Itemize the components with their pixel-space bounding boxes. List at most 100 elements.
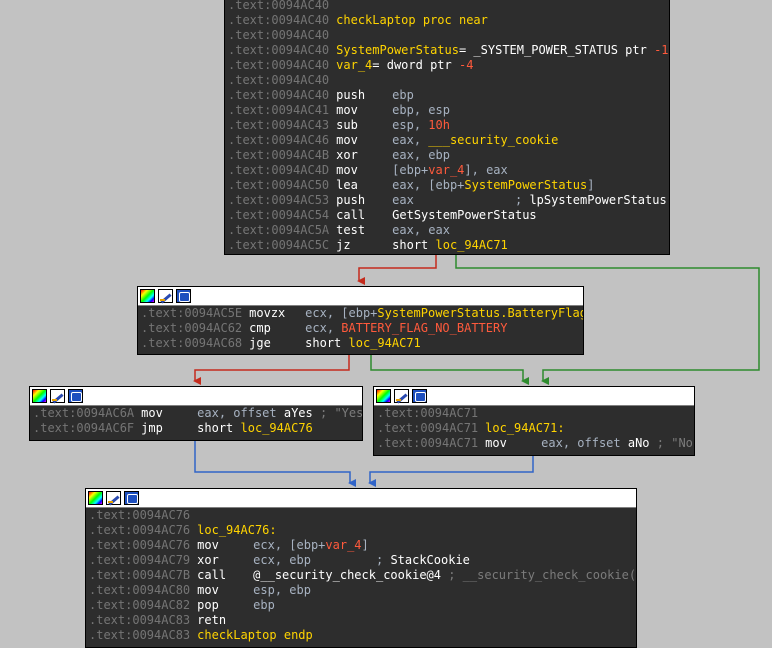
instruction-mnemonic: mov [336,163,358,177]
line-address: .text:0094AC5A [228,223,330,237]
operand-token[interactable]: loc_94AC76: [197,523,276,537]
disasm-line[interactable]: .text:0094AC5E movzx ecx, [ebp+SystemPower… [138,306,583,321]
operand-token: eax, eax [392,223,450,237]
graph-view-icon[interactable] [412,389,427,403]
operand-token[interactable]: ___security_cookie [428,133,558,147]
operand-token[interactable]: loc_94AC71: [485,421,564,435]
palette-icon[interactable] [32,389,47,403]
operand-token: aYes [283,406,313,420]
disasm-line[interactable]: .text:0094AC41 mov ebp, esp [225,103,669,118]
disasm-line[interactable]: .text:0094AC83 retn [86,613,636,628]
operand-token[interactable]: loc_94AC71 [436,238,508,252]
rename-pen-icon[interactable] [394,389,409,403]
disasm-line[interactable]: .text:0094AC40 push ebp [225,88,669,103]
operand-token: [ebp+ [392,163,429,177]
disasm-line[interactable]: .text:0094AC79 xor ecx, ebp ; StackCookie [86,553,636,568]
palette-icon[interactable] [88,491,103,505]
disasm-line[interactable]: .text:0094AC62 cmp ecx, BATTERY_FLAG_NO_BA… [138,321,583,336]
disasm-line[interactable]: .text:0094AC40 [225,28,669,43]
operand-token[interactable]: loc_94AC76 [241,421,313,435]
graph-view-icon[interactable] [124,491,139,505]
disasm-line[interactable]: .text:0094AC46 mov eax, ___security_cookie [225,133,669,148]
operand-token: BATTERY_FLAG_NO_BATTERY [341,321,508,335]
disasm-line[interactable]: .text:0094AC40 SystemPowerStatus= _SYSTEM… [225,43,669,58]
disasm-line[interactable]: .text:0094AC71 loc_94AC71: [374,421,694,436]
disasm-line[interactable]: .text:0094AC68 jge short loc_94AC71 [138,336,583,351]
disasm-line[interactable]: .text:0094AC71 [374,406,694,421]
disasm-line[interactable]: .text:0094AC83 checkLaptop endp [86,628,636,643]
line-address: .text:0094AC68 [141,336,243,350]
palette-icon[interactable] [140,289,155,303]
rename-pen-icon[interactable] [158,289,173,303]
operand-token: eax ; [392,193,530,207]
line-address: .text:0094AC4D [228,163,330,177]
disasm-line[interactable]: .text:0094AC71 mov eax, offset aNo ; "No" [374,436,694,451]
disasm-line[interactable]: .text:0094AC76 loc_94AC76: [86,523,636,538]
disasm-line[interactable]: .text:0094AC80 mov esp, ebp [86,583,636,598]
operand-token: ecx, [ebp+ [253,538,326,552]
graph-view-icon[interactable] [176,289,191,303]
operand-token: eax, ebp [392,148,450,162]
instruction-mnemonic: jmp [141,421,163,435]
disasm-line[interactable]: .text:0094AC40 checkLaptop proc near [225,13,669,28]
operand-token[interactable]: checkLaptop endp [197,628,313,642]
disasm-line[interactable]: .text:0094AC6F jmp short loc_94AC76 [30,421,362,436]
operand-token[interactable]: var_4 [336,58,372,72]
palette-icon[interactable] [376,389,391,403]
operand-token[interactable]: checkLaptop proc near [336,13,488,27]
instruction-mnemonic: mov [336,133,358,147]
instruction-mnemonic: cmp [249,321,271,335]
code-block-loc-94ac71[interactable]: .text:0094AC71 .text:0094AC71 loc_94AC71:.… [373,386,695,456]
line-address: .text:0094AC83 [89,613,191,627]
instruction-mnemonic: mov [141,406,163,420]
disasm-line[interactable]: .text:0094AC40 var_4= dword ptr -4 [225,58,669,73]
disassembly-lines: .text:0094AC5E movzx ecx, [ebp+SystemPower… [138,306,583,351]
disasm-line[interactable]: .text:0094AC40 [225,0,669,13]
operand-token[interactable]: SystemPowerStatus.BatteryFlag [377,306,583,320]
disasm-line[interactable]: .text:0094AC5C jz short loc_94AC71 [225,238,669,253]
disassembly-lines: .text:0094AC6A mov eax, offset aYes ; "Yes… [30,406,362,436]
node-header-bar [374,387,694,406]
operand-token: esp, [392,118,429,132]
disasm-line[interactable]: .text:0094AC4B xor eax, ebp [225,148,669,163]
disasm-line[interactable]: .text:0094AC5A test eax, eax [225,223,669,238]
code-block-checklaptop-entry[interactable]: .text:0094AC40 .text:0094AC40 checkLaptop … [224,0,670,255]
disasm-line[interactable]: .text:0094AC76 mov ecx, [ebp+var_4] [86,538,636,553]
operand-token[interactable]: GetSystemPowerStatus [392,208,537,222]
operand-token[interactable]: loc_94AC71 [349,336,421,350]
operand-token: aNo [627,436,650,450]
disasm-line[interactable]: .text:0094AC82 pop ebp [86,598,636,613]
rename-pen-icon[interactable] [106,491,121,505]
line-address: .text:0094AC40 [228,88,330,102]
disasm-line[interactable]: .text:0094AC53 push eax ; lpSystemPowerSta… [225,193,669,208]
operand-token: eax, offset [541,436,628,450]
code-block-yes-branch[interactable]: .text:0094AC6A mov eax, offset aYes ; "Yes… [29,386,363,441]
disasm-line[interactable]: .text:0094AC4D mov [ebp+var_4], eax [225,163,669,178]
operand-token[interactable]: @__security_check_cookie@4 [253,568,441,582]
rename-pen-icon[interactable] [50,389,65,403]
instruction-mnemonic: xor [336,148,358,162]
line-address: .text:0094AC40 [228,28,330,42]
disasm-line[interactable]: .text:0094AC43 sub esp, 10h [225,118,669,133]
disasm-line[interactable]: .text:0094AC6A mov eax, offset aYes ; "Yes… [30,406,362,421]
disassembly-lines: .text:0094AC71 .text:0094AC71 loc_94AC71:.… [374,406,694,451]
code-block-battery-check[interactable]: .text:0094AC5E movzx ecx, [ebp+SystemPower… [137,286,584,355]
line-address: .text:0094AC40 [228,43,330,57]
operand-token: lpSystemPowerStatus [529,193,667,207]
operand-token: -4 [458,58,474,72]
line-address: .text:0094AC40 [228,13,330,27]
operand-token[interactable]: SystemPowerStatus [464,178,587,192]
disasm-line[interactable]: .text:0094AC50 lea eax, [ebp+SystemPowerSt… [225,178,669,193]
line-address: .text:0094AC80 [89,583,191,597]
disasm-line[interactable]: .text:0094AC40 [225,73,669,88]
instruction-mnemonic: call [336,208,366,222]
disasm-line[interactable]: .text:0094AC7B call @__security_check_cook… [86,568,636,583]
disasm-line[interactable]: .text:0094AC76 [86,508,636,523]
line-address: .text:0094AC40 [228,73,330,87]
operand-token: ; __security_check_cookie(x) [441,568,637,582]
graph-view-icon[interactable] [68,389,83,403]
code-block-loc-94ac76[interactable]: .text:0094AC76 .text:0094AC76 loc_94AC76:.… [85,488,637,648]
instruction-mnemonic: push [336,193,366,207]
operand-token[interactable]: SystemPowerStatus [336,43,459,57]
disasm-line[interactable]: .text:0094AC54 call GetSystemPowerStatus [225,208,669,223]
